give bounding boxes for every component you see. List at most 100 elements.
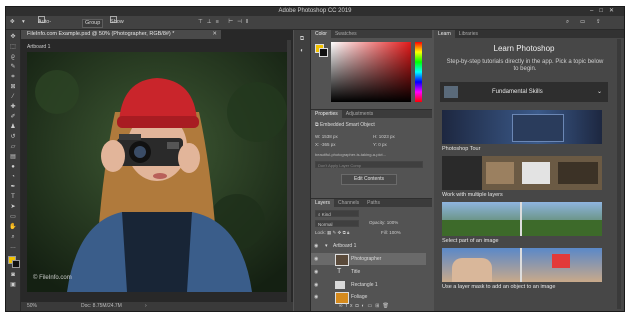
quick-mask-icon[interactable]: ◙ <box>9 272 17 278</box>
brush-tool-icon[interactable]: ✐ <box>9 114 17 120</box>
workspace-icon[interactable]: ▭ <box>580 16 585 29</box>
canvas-image[interactable]: © FileInfo.com <box>27 52 288 292</box>
tab-libraries[interactable]: Libraries <box>455 30 482 38</box>
x-field[interactable]: X: -365 px <box>315 142 336 147</box>
eye-icon[interactable]: ◉ <box>314 266 318 278</box>
history-brush-tool-icon[interactable]: ↺ <box>9 134 17 140</box>
healing-tool-icon[interactable]: ✚ <box>9 104 17 110</box>
color-field[interactable] <box>331 42 411 102</box>
tutorial-thumb-select[interactable] <box>442 202 602 236</box>
opacity-value[interactable]: 100% <box>387 220 399 225</box>
layer-row-foliage[interactable]: ◉ Foliage <box>311 291 426 304</box>
x-value[interactable]: -365 px <box>321 142 336 147</box>
opacity-field[interactable]: Opacity: 100% <box>369 220 398 225</box>
lasso-tool-icon[interactable]: ϱ <box>9 54 17 60</box>
layers-footer-icons[interactable]: ∞fx◘◐▭⊞🗑︎ <box>339 303 392 309</box>
fill-field[interactable]: Fill: 100% <box>381 230 401 235</box>
tab-properties[interactable]: Properties <box>311 110 342 118</box>
auto-select-dropdown[interactable]: Group <box>82 19 104 28</box>
eyedropper-tool-icon[interactable]: ⁄ <box>9 94 17 100</box>
minimize-button[interactable]: – <box>590 8 599 14</box>
width-field[interactable]: W: 1538 px <box>315 134 338 139</box>
screen-mode-icon[interactable]: ▣ <box>9 282 17 288</box>
eraser-tool-icon[interactable]: ▱ <box>9 144 17 150</box>
status-menu-icon[interactable]: › <box>145 302 147 311</box>
tutorial-caption-layers[interactable]: Work with multiple layers <box>442 192 503 198</box>
move-tool-icon[interactable]: ✥ <box>10 16 15 29</box>
hue-slider[interactable] <box>415 42 422 102</box>
vertical-scrollbar[interactable] <box>287 40 291 302</box>
tab-color[interactable]: Color <box>311 30 331 38</box>
more-tools-icon[interactable]: … <box>9 244 17 250</box>
share-icon[interactable]: ⇪ <box>596 16 601 29</box>
close-button[interactable]: ✕ <box>609 8 620 14</box>
tutorial-thumb-mask[interactable] <box>442 248 602 282</box>
layer-comp-select[interactable]: Don't Apply Layer Comp <box>315 161 423 168</box>
y-field[interactable]: Y: 0 px <box>373 142 387 147</box>
tutorial-thumb-tour[interactable] <box>442 110 602 144</box>
chevron-down-icon[interactable]: ▾ <box>22 16 25 29</box>
history-panel-icon[interactable]: ⧉ <box>298 36 306 42</box>
tutorial-caption-tour[interactable]: Photoshop Tour <box>442 146 480 152</box>
move-tool-icon[interactable]: ✥ <box>9 34 17 40</box>
marquee-tool-icon[interactable]: ⬚ <box>9 44 17 50</box>
y-value[interactable]: 0 px <box>378 142 387 147</box>
path-select-tool-icon[interactable]: ➤ <box>9 204 17 210</box>
crop-tool-icon[interactable]: ⌗ <box>9 74 17 80</box>
layer-row-rectangle[interactable]: ◉ Rectangle 1 <box>311 279 426 291</box>
tutorial-thumb-layers[interactable] <box>442 156 602 190</box>
blend-mode-select[interactable]: Normal <box>315 220 359 227</box>
eye-icon[interactable]: ◉ <box>314 279 318 291</box>
tutorial-caption-mask[interactable]: Use a layer mask to add an object to an … <box>442 284 555 290</box>
background-color-swatch[interactable] <box>12 260 20 268</box>
eye-icon[interactable]: ◉ <box>314 253 318 265</box>
hand-tool-icon[interactable]: ✋ <box>9 224 17 230</box>
gradient-tool-icon[interactable]: ▤ <box>9 154 17 160</box>
w-value[interactable]: 1538 px <box>322 134 338 139</box>
maximize-button[interactable]: □ <box>599 8 609 14</box>
zoom-tool-icon[interactable]: ⌕ <box>9 234 17 240</box>
chevron-down-icon[interactable]: ⌄ <box>597 82 602 102</box>
tab-swatches[interactable]: Swatches <box>331 30 361 38</box>
edit-contents-button[interactable]: Edit Contents <box>341 174 397 185</box>
tab-adjustments[interactable]: Adjustments <box>342 110 378 118</box>
tab-learn[interactable]: Learn <box>434 30 455 38</box>
fill-value[interactable]: 100% <box>389 230 401 235</box>
align-icons[interactable]: ⊤⊥≡ ⊢⊣‖ <box>198 16 252 29</box>
pen-tool-icon[interactable]: ✒ <box>9 184 17 190</box>
search-icon[interactable]: ⌕ <box>566 16 569 29</box>
tutorial-caption-select[interactable]: Select part of an image <box>442 238 499 244</box>
layer-row-photographer[interactable]: ◉ Photographer <box>311 253 426 266</box>
fundamental-skills-section[interactable]: Fundamental Skills ⌄ <box>440 82 608 102</box>
lock-icons[interactable]: ▦ ✎ ✥ ⧉ 🔒︎ <box>327 230 349 235</box>
tab-channels[interactable]: Channels <box>334 199 363 207</box>
eye-icon[interactable]: ◉ <box>314 291 318 303</box>
close-tab-icon[interactable]: ✕ <box>212 30 217 39</box>
trash-icon[interactable]: 🗑︎ <box>382 303 391 309</box>
frame-tool-icon[interactable]: ⊠ <box>9 84 17 90</box>
type-tool-icon[interactable]: T <box>9 194 17 200</box>
layer-row-title[interactable]: ◉ T Title <box>311 266 426 278</box>
document-tab[interactable]: FileInfo.com Example.psd @ 50% (Photogra… <box>21 30 221 39</box>
zoom-level[interactable]: 50% <box>27 302 37 311</box>
fx-icon[interactable]: fx <box>346 303 356 309</box>
stamp-tool-icon[interactable]: ♟ <box>9 124 17 130</box>
bg-color-chip[interactable] <box>319 48 328 57</box>
layer-filter-select[interactable]: ⌕ Kind <box>315 210 359 217</box>
blur-tool-icon[interactable]: ● <box>9 164 17 170</box>
rectangle-tool-icon[interactable]: ▭ <box>9 214 17 220</box>
quick-select-tool-icon[interactable]: ✎ <box>9 64 17 70</box>
tab-paths[interactable]: Paths <box>363 199 384 207</box>
link-icon[interactable]: ∞ <box>339 303 346 309</box>
layer-row-artboard[interactable]: ◉ ▾ Artboard 1 <box>311 240 426 252</box>
h-value[interactable]: 1023 px <box>379 134 395 139</box>
learn-scrollbar[interactable] <box>617 39 621 309</box>
window-controls[interactable]: –□✕ <box>590 7 620 16</box>
adjustments-panel-icon[interactable]: ◐ <box>298 48 306 54</box>
chevron-down-icon[interactable]: ▾ <box>325 240 328 252</box>
tab-layers[interactable]: Layers <box>311 199 335 207</box>
height-field[interactable]: H: 1023 px <box>373 134 395 139</box>
dodge-tool-icon[interactable]: ◔ <box>9 174 17 180</box>
document-area: FileInfo.com Example.psd @ 50% (Photogra… <box>21 30 293 311</box>
eye-icon[interactable]: ◉ <box>314 240 318 252</box>
